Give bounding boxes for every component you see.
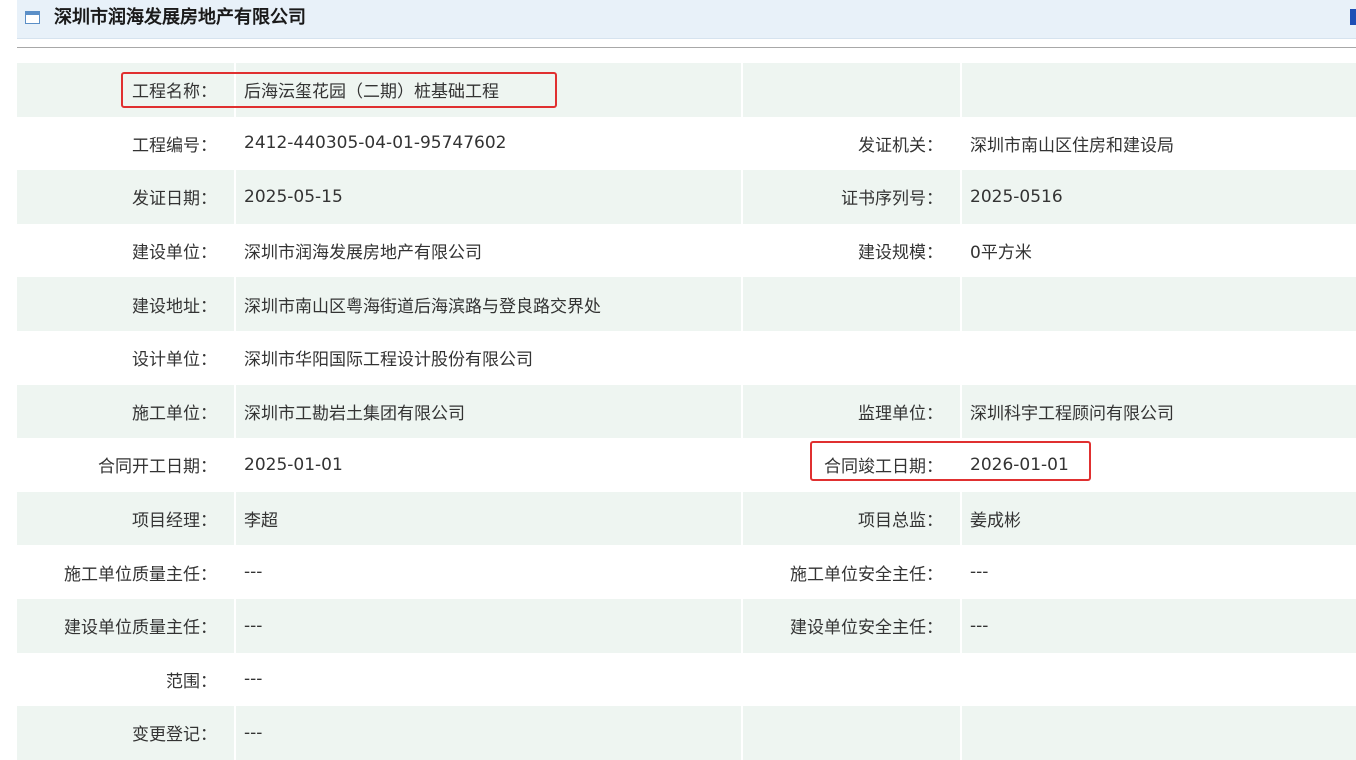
- field-label: 发证日期：: [132, 189, 217, 210]
- field-value: ---: [970, 615, 989, 636]
- column-divider: [234, 170, 236, 224]
- table-row: 变更登记： ---: [17, 706, 1356, 760]
- field-value: ---: [244, 615, 263, 636]
- header-divider: [17, 47, 1356, 48]
- column-divider: [960, 63, 962, 117]
- column-divider: [234, 384, 236, 439]
- column-divider: [741, 63, 743, 117]
- table-row: 范围： ---: [17, 652, 1356, 707]
- column-divider: [741, 170, 743, 224]
- project-info-table: 工程名称： 后海沄玺花园（二期）桩基础工程 工程编号： 2412-440305-04-…: [17, 63, 1356, 760]
- field-label: [743, 277, 943, 331]
- column-divider: [960, 598, 962, 653]
- field-label: 监理单位：: [858, 403, 943, 424]
- table-row: 工程编号： 2412-440305-04-01-95747602 发证机关： 深圳市南…: [17, 116, 1356, 171]
- field-value: ---: [244, 669, 263, 690]
- column-divider: [741, 384, 743, 439]
- field-value: ---: [970, 562, 989, 583]
- column-divider: [234, 598, 236, 653]
- table-row: 建设单位质量主任： --- 建设单位安全主任： ---: [17, 598, 1356, 653]
- field-label: 合同开工日期：: [98, 457, 217, 478]
- field-value: [970, 277, 1350, 331]
- table-row: 建设单位： 深圳市润海发展房地产有限公司 建设规模： 0平方米: [17, 223, 1356, 278]
- field-value: 李超: [244, 511, 278, 532]
- window-icon: [25, 11, 40, 24]
- column-divider: [741, 706, 743, 760]
- field-value: 深圳市南山区粤海街道后海滨路与登良路交界处: [244, 296, 601, 317]
- field-value: [970, 331, 1350, 385]
- column-divider: [960, 706, 962, 760]
- field-value: 深圳市南山区住房和建设局: [970, 135, 1174, 156]
- column-divider: [234, 491, 236, 546]
- field-label: [743, 63, 943, 117]
- field-value: 深圳市华阳国际工程设计股份有限公司: [244, 350, 533, 371]
- field-label: 施工单位：: [132, 403, 217, 424]
- field-value: ---: [244, 722, 263, 743]
- field-value: [970, 706, 1350, 760]
- field-label: 设计单位：: [132, 350, 217, 371]
- field-value: 2025-01-01: [244, 454, 343, 475]
- page-title: 深圳市润海发展房地产有限公司: [54, 7, 306, 28]
- scroll-marker: [1350, 9, 1356, 25]
- column-divider: [234, 277, 236, 331]
- field-value: 深圳市润海发展房地产有限公司: [244, 243, 482, 264]
- table-row: 合同开工日期： 2025-01-01 合同竣工日期： 2026-01-01: [17, 438, 1356, 492]
- field-value: [970, 63, 1350, 117]
- field-value: 0平方米: [970, 243, 1032, 264]
- field-label: 发证机关：: [858, 135, 943, 156]
- field-label: 建设单位安全主任：: [790, 618, 943, 639]
- header-bar: 深圳市润海发展房地产有限公司: [17, 0, 1356, 39]
- field-label: 项目总监：: [858, 511, 943, 532]
- table-row: 施工单位： 深圳市工勘岩土集团有限公司 监理单位： 深圳科宇工程顾问有限公司: [17, 384, 1356, 439]
- column-divider: [741, 598, 743, 653]
- field-value: ---: [244, 562, 263, 583]
- column-divider: [960, 277, 962, 331]
- table-row: 施工单位质量主任： --- 施工单位安全主任： ---: [17, 545, 1356, 599]
- field-label: [743, 653, 943, 707]
- table-row: 项目经理： 李超 项目总监： 姜成彬: [17, 491, 1356, 546]
- field-label: 证书序列号：: [841, 189, 943, 210]
- field-value: [970, 653, 1350, 707]
- field-label: 建设地址：: [132, 296, 217, 317]
- field-value: 深圳市工勘岩土集团有限公司: [244, 403, 465, 424]
- field-label: 施工单位质量主任：: [64, 564, 217, 585]
- table-row: 发证日期： 2025-05-15 证书序列号： 2025-0516: [17, 170, 1356, 224]
- field-label: 建设单位质量主任：: [64, 618, 217, 639]
- field-label: [743, 331, 943, 385]
- field-value: 2025-0516: [970, 186, 1063, 207]
- field-label: 范围：: [166, 671, 217, 692]
- column-divider: [234, 706, 236, 760]
- column-divider: [960, 384, 962, 439]
- column-divider: [741, 491, 743, 546]
- column-divider: [741, 277, 743, 331]
- column-divider: [960, 491, 962, 546]
- field-label: [743, 706, 943, 760]
- field-label: 建设单位：: [132, 243, 217, 264]
- field-value: 2025-05-15: [244, 186, 343, 207]
- field-label: 建设规模：: [858, 243, 943, 264]
- table-row: 设计单位： 深圳市华阳国际工程设计股份有限公司: [17, 330, 1356, 385]
- field-label: 工程编号：: [132, 135, 217, 156]
- highlight-project-name: [121, 72, 557, 108]
- field-value: 深圳科宇工程顾问有限公司: [970, 403, 1174, 424]
- field-value: 2412-440305-04-01-95747602: [244, 133, 507, 154]
- field-value: 姜成彬: [970, 511, 1021, 532]
- highlight-completion-date: [810, 441, 1091, 481]
- table-row: 建设地址： 深圳市南山区粤海街道后海滨路与登良路交界处: [17, 277, 1356, 331]
- field-label: 变更登记：: [132, 725, 217, 746]
- field-label: 项目经理：: [132, 511, 217, 532]
- column-divider: [960, 170, 962, 224]
- field-label: 施工单位安全主任：: [790, 564, 943, 585]
